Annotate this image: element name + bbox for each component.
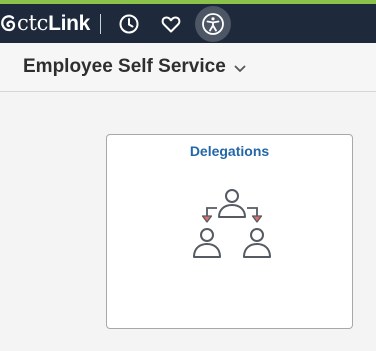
ctclink-logo[interactable]: ctcLink xyxy=(0,4,90,43)
accessibility-icon xyxy=(202,12,224,35)
recent-history-icon xyxy=(119,14,139,33)
favorites-heart-icon xyxy=(161,16,181,32)
brand-name: ctcLink xyxy=(17,11,90,36)
top-navigation-bar: ctcLink xyxy=(0,4,376,43)
tile-title: Delegations xyxy=(189,143,270,159)
chevron-down-icon[interactable] xyxy=(234,65,246,73)
brand-name-bold: Link xyxy=(48,12,91,35)
favorites-button[interactable] xyxy=(153,6,189,42)
accessibility-button[interactable] xyxy=(195,5,232,42)
recent-history-button[interactable] xyxy=(111,6,147,42)
brand-name-light: ctc xyxy=(17,11,49,35)
ctclink-swirl-icon xyxy=(1,14,16,31)
delegations-tile[interactable]: Delegations xyxy=(106,134,353,329)
delegations-people-icon xyxy=(193,189,271,258)
toolbar-divider xyxy=(100,13,102,34)
page-title[interactable]: Employee Self Service xyxy=(23,56,226,78)
page-header: Employee Self Service xyxy=(0,43,376,92)
